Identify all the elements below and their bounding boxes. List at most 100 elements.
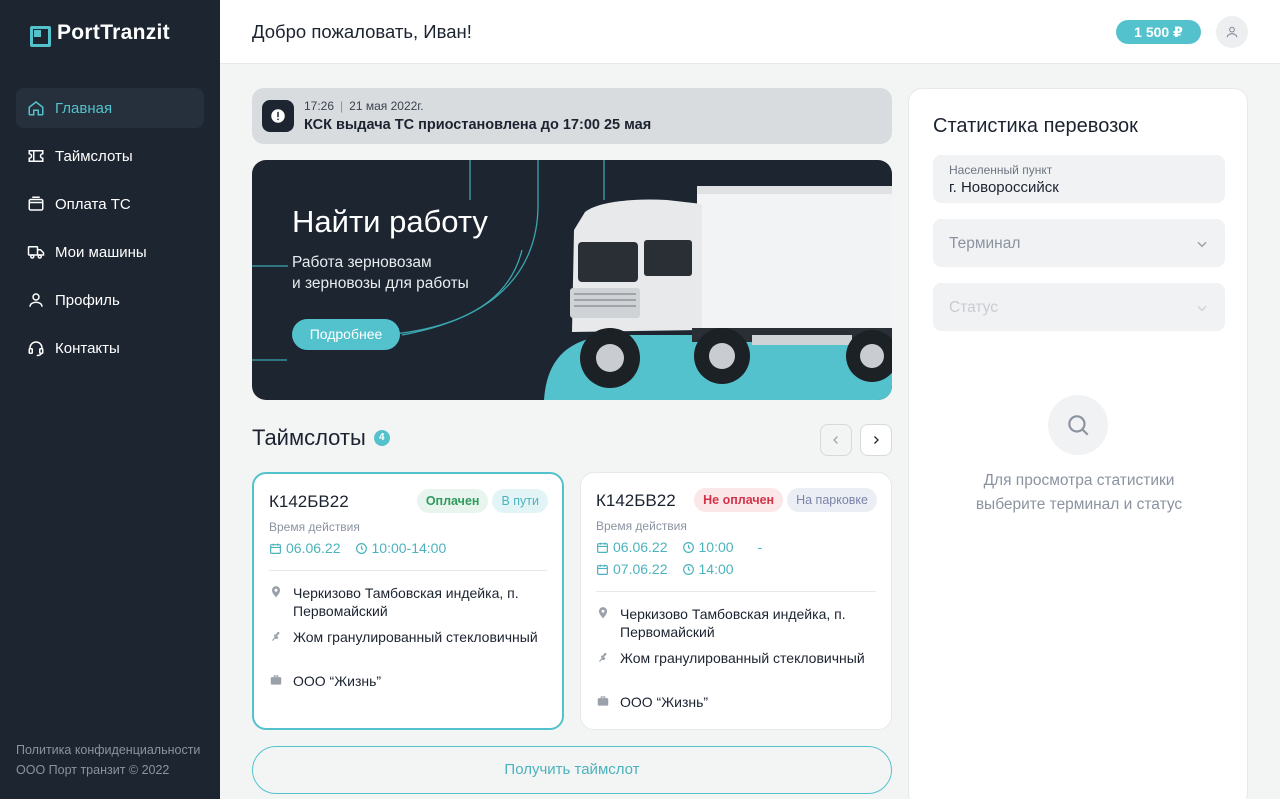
vehicle-plate: К142БВ22 bbox=[596, 491, 676, 510]
wallet-icon bbox=[28, 196, 44, 211]
status-select[interactable]: Статус bbox=[933, 283, 1225, 331]
avatar[interactable] bbox=[1216, 16, 1248, 48]
sidebar-footer: Политика конфиденциальности ООО Порт тра… bbox=[16, 740, 200, 780]
sidebar-item-label: Мои машины bbox=[55, 243, 147, 261]
headset-icon bbox=[28, 341, 44, 357]
card-divider bbox=[596, 591, 876, 592]
timeslot-card[interactable]: К142БВ22 Не оплачен На парковке Время де… bbox=[580, 472, 892, 730]
clock-icon bbox=[355, 542, 367, 554]
clock-icon bbox=[682, 541, 694, 553]
calendar-icon bbox=[597, 542, 608, 553]
validity-date-from: 06.06.22 bbox=[613, 539, 668, 555]
status-placeholder: Статус bbox=[949, 299, 998, 316]
location-row: Черкизово Тамбовская индейка, п. Первома… bbox=[269, 584, 549, 620]
chevron-down-icon bbox=[1197, 241, 1207, 248]
sidebar-item-label: Оплата ТС bbox=[55, 195, 131, 213]
notification-alert: 17:26 | 21 мая 2022г. КСК выдача ТС прио… bbox=[252, 88, 892, 144]
balance-badge[interactable]: 1 500 ₽ bbox=[1116, 20, 1201, 44]
payment-status-badge: Оплачен bbox=[416, 489, 489, 513]
terminal-placeholder: Терминал bbox=[949, 235, 1021, 252]
cargo-text: Жом гранулированный стекловичный bbox=[620, 650, 865, 666]
validity-time-to: 14:00 bbox=[698, 561, 734, 577]
timeslots-title: Таймслоты bbox=[252, 425, 366, 450]
validity-dash: - bbox=[757, 539, 763, 555]
privacy-policy-link[interactable]: Политика конфиденциальности bbox=[16, 740, 200, 760]
location-pin-icon bbox=[598, 607, 608, 619]
status-badges: Оплачен В пути bbox=[416, 489, 548, 513]
trip-status-badge: На парковке bbox=[787, 488, 877, 512]
clock-icon bbox=[682, 563, 694, 575]
sidebar-item-payment[interactable]: Оплата ТС bbox=[16, 184, 204, 224]
city-field[interactable]: Населенный пункт г. Новороссийск bbox=[933, 155, 1225, 203]
city-label: Населенный пункт bbox=[949, 163, 1053, 177]
logo-icon bbox=[30, 25, 51, 47]
cargo-text: Жом гранулированный стекловичный bbox=[293, 629, 538, 645]
banner-subtitle-line1: Работа зерновозам bbox=[292, 254, 432, 271]
stats-title: Статистика перевозок bbox=[933, 115, 1138, 137]
payment-status-badge: Не оплачен bbox=[694, 488, 784, 512]
sidebar: PortTranzit Главная Таймслоты Оплата ТС … bbox=[0, 0, 220, 799]
stats-empty-message: Для просмотра статистики выберите термин… bbox=[933, 469, 1225, 517]
timeslot-card[interactable]: К142БВ22 Оплачен В пути Время действия 0… bbox=[252, 472, 564, 730]
sidebar-item-label: Контакты bbox=[55, 339, 120, 357]
search-icon bbox=[1048, 395, 1108, 455]
copyright: ООО Порт транзит © 2022 bbox=[16, 763, 170, 777]
company-row: ООО “Жизнь” bbox=[596, 693, 876, 711]
chevron-right-icon bbox=[874, 436, 879, 444]
transport-stats-panel: Статистика перевозок Населенный пункт г.… bbox=[908, 88, 1248, 799]
sidebar-item-contacts[interactable]: Контакты bbox=[16, 328, 204, 368]
timeslots-count-badge: 4 bbox=[373, 430, 390, 446]
sidebar-item-home[interactable]: Главная bbox=[16, 88, 204, 128]
empty-line2: выберите терминал и статус bbox=[975, 496, 1183, 513]
page-greeting: Добро пожаловать, Иван! bbox=[252, 21, 472, 42]
location-row: Черкизово Тамбовская индейка, п. Первома… bbox=[596, 605, 876, 641]
alert-icon bbox=[262, 100, 294, 132]
wheat-icon bbox=[272, 631, 280, 642]
banner-details-button[interactable]: Подробнее bbox=[292, 319, 400, 350]
ticket-icon bbox=[28, 150, 44, 162]
validity-to: 07.06.22 14:00 bbox=[596, 561, 734, 577]
alert-text: КСК выдача ТС приостановлена до 17:00 25… bbox=[304, 117, 652, 133]
logo-text: PortTranzit bbox=[57, 21, 170, 44]
company-text: ООО “Жизнь” bbox=[620, 694, 709, 710]
cargo-row: Жом гранулированный стекловичный bbox=[596, 649, 876, 667]
truck-icon bbox=[27, 246, 45, 259]
terminal-select[interactable]: Терминал bbox=[933, 219, 1225, 267]
banner-subtitle-line2: и зерновозы для работы bbox=[292, 275, 469, 292]
company-row: ООО “Жизнь” bbox=[269, 672, 549, 690]
alert-meta: 17:26 | 21 мая 2022г. bbox=[304, 99, 424, 113]
empty-line1: Для просмотра статистики bbox=[983, 472, 1175, 489]
calendar-icon bbox=[597, 564, 608, 575]
location-text: Черкизово Тамбовская индейка, п. Первома… bbox=[620, 606, 846, 640]
company-text: ООО “Жизнь” bbox=[293, 673, 382, 689]
card-divider bbox=[269, 570, 547, 571]
wheat-icon bbox=[599, 652, 607, 663]
promo-banner[interactable]: Найти работу Работа зерновозам и зерново… bbox=[252, 160, 892, 400]
location-pin-icon bbox=[271, 586, 281, 598]
sidebar-item-label: Главная bbox=[55, 99, 113, 117]
next-button[interactable] bbox=[860, 424, 892, 456]
sidebar-item-timeslots[interactable]: Таймслоты bbox=[16, 136, 204, 176]
sidebar-item-profile[interactable]: Профиль bbox=[16, 280, 204, 320]
banner-subtitle: Работа зерновозам и зерновозы для работы bbox=[292, 252, 522, 294]
validity-date-to: 07.06.22 bbox=[613, 561, 668, 577]
calendar-icon bbox=[270, 543, 281, 554]
validity-from: 06.06.22 10:00 - bbox=[596, 539, 762, 555]
location-text: Черкизово Тамбовская индейка, п. Первома… bbox=[293, 585, 519, 619]
home-icon bbox=[28, 101, 44, 116]
validity-date: 06.06.22 bbox=[286, 540, 341, 556]
sidebar-item-label: Таймслоты bbox=[55, 147, 133, 165]
validity-time: 10:00-14:00 bbox=[371, 540, 447, 556]
timeslots-heading: Таймслоты 4 bbox=[252, 425, 390, 451]
trip-status-badge: В пути bbox=[492, 489, 548, 513]
city-value: г. Новороссийск bbox=[949, 179, 1059, 196]
logo[interactable]: PortTranzit bbox=[30, 20, 170, 47]
alert-time: 17:26 bbox=[304, 99, 335, 113]
validity-label: Время действия bbox=[596, 519, 687, 533]
get-timeslot-button[interactable]: Получить таймслот bbox=[252, 746, 892, 794]
validity-label: Время действия bbox=[269, 520, 360, 534]
header: Добро пожаловать, Иван! 1 500 ₽ bbox=[220, 0, 1280, 64]
sidebar-item-my-cars[interactable]: Мои машины bbox=[16, 232, 204, 272]
status-badges: Не оплачен На парковке bbox=[694, 488, 877, 512]
prev-button[interactable] bbox=[820, 424, 852, 456]
